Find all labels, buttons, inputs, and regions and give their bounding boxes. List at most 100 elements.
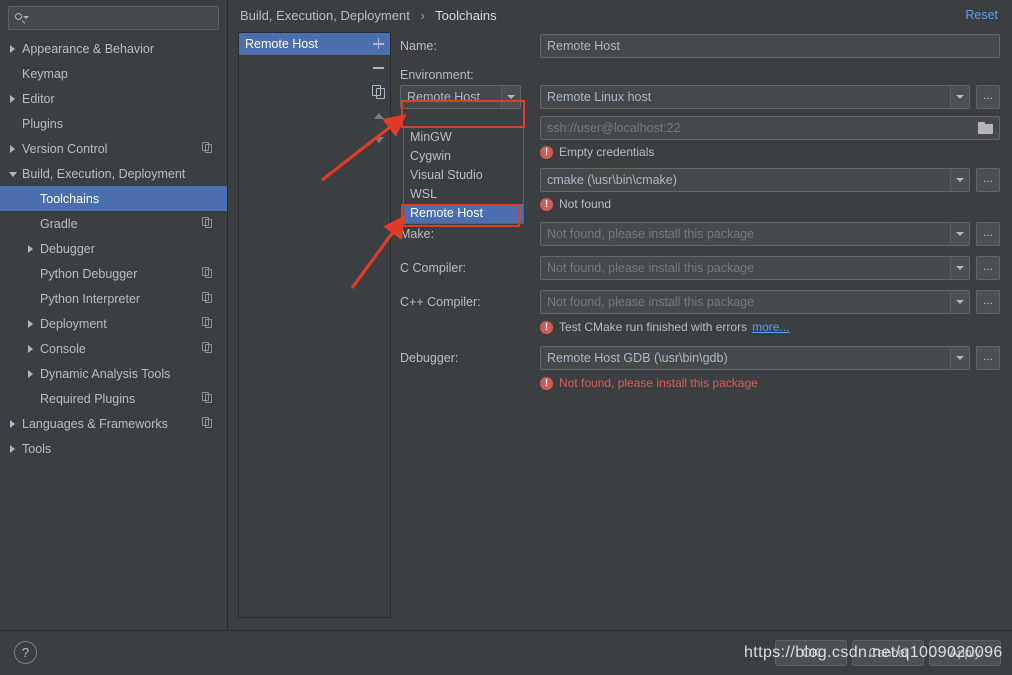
sidebar-item-label: Appearance & Behavior (22, 42, 154, 56)
debugger-browse-button[interactable]: ... (976, 346, 1000, 370)
empty-credentials-error-text: Empty credentials (559, 145, 654, 159)
chevron-right-icon[interactable] (6, 142, 20, 156)
move-down-button[interactable] (368, 128, 390, 152)
debugger-error-text: Not found, please install this package (559, 376, 758, 390)
breadcrumb-root: Build, Execution, Deployment (240, 8, 410, 23)
tree-spacer (6, 67, 20, 81)
tree-spacer (24, 392, 38, 406)
move-up-button[interactable] (368, 104, 390, 128)
make-label: Make: (400, 227, 540, 241)
chevron-down-icon[interactable] (950, 257, 969, 279)
chevron-down-icon[interactable] (950, 347, 969, 369)
chevron-down-icon[interactable] (950, 86, 969, 108)
dropdown-item-cygwin[interactable]: Cygwin (404, 147, 523, 166)
sidebar-item-tools[interactable]: Tools (0, 436, 227, 461)
tree-spacer (24, 192, 38, 206)
chevron-down-icon[interactable] (950, 223, 969, 245)
sidebar-item-python-interpreter[interactable]: Python Interpreter (0, 286, 227, 311)
help-button[interactable]: ? (14, 641, 37, 664)
cmake-combo[interactable]: cmake (\usr\bin\cmake) (540, 168, 970, 192)
sidebar-item-label: Gradle (40, 217, 78, 231)
sidebar-item-required-plugins[interactable]: Required Plugins (0, 386, 227, 411)
sidebar-item-keymap[interactable]: Keymap (0, 61, 227, 86)
breadcrumb: Build, Execution, Deployment › Toolchain… (240, 8, 497, 23)
remove-button[interactable] (368, 56, 390, 80)
make-browse-button[interactable]: ... (976, 222, 1000, 246)
sidebar-item-appearance-behavior[interactable]: Appearance & Behavior (0, 36, 227, 61)
watermark: https://blog.csdn.net/q1009020096 (744, 644, 1003, 662)
cpp-compiler-label: C++ Compiler: (400, 295, 540, 309)
chevron-down-icon[interactable] (6, 167, 20, 181)
sidebar-item-languages-frameworks[interactable]: Languages & Frameworks (0, 411, 227, 436)
sidebar-item-toolchains[interactable]: Toolchains (0, 186, 227, 211)
chevron-right-icon[interactable] (6, 92, 20, 106)
chevron-right-icon[interactable] (6, 417, 20, 431)
dropdown-item-remote-host[interactable]: Remote Host (404, 204, 523, 223)
dropdown-item-wsl[interactable]: WSL (404, 185, 523, 204)
chevron-right-icon[interactable] (24, 317, 38, 331)
copy-button[interactable] (368, 80, 390, 104)
copy-icon (202, 142, 213, 154)
cpp-compiler-combo[interactable]: Not found, please install this package (540, 290, 970, 314)
dropdown-item-mingw[interactable]: MinGW (404, 128, 523, 147)
ssh-url-field[interactable]: ssh://user@localhost:22 (540, 116, 1000, 140)
sidebar-item-label: Editor (22, 92, 55, 106)
copy-icon (202, 342, 213, 354)
sidebar-item-plugins[interactable]: Plugins (0, 111, 227, 136)
error-icon: ! (540, 321, 553, 334)
cpp-compiler-value: Not found, please install this package (547, 295, 950, 309)
make-combo[interactable]: Not found, please install this package (540, 222, 970, 246)
chevron-down-icon[interactable] (950, 291, 969, 313)
sidebar-item-console[interactable]: Console (0, 336, 227, 361)
chevron-right-icon[interactable] (6, 442, 20, 456)
sidebar-item-build-execution-deployment[interactable]: Build, Execution, Deployment (0, 161, 227, 186)
sidebar-item-label: Build, Execution, Deployment (22, 167, 185, 181)
sidebar-item-dynamic-analysis-tools[interactable]: Dynamic Analysis Tools (0, 361, 227, 386)
tree-spacer (24, 267, 38, 281)
folder-icon[interactable] (978, 122, 993, 134)
sidebar-item-label: Debugger (40, 242, 95, 256)
dialog-header: Build, Execution, Deployment › Toolchain… (228, 0, 1012, 30)
sidebar-item-deployment[interactable]: Deployment (0, 311, 227, 336)
cmake-test-more-link[interactable]: more... (752, 320, 789, 334)
c-compiler-value: Not found, please install this package (547, 261, 950, 275)
chevron-right-icon[interactable] (24, 342, 38, 356)
cmake-test-error-text: Test CMake run finished with errors (559, 320, 747, 334)
debugger-combo[interactable]: Remote Host GDB (\usr\bin\gdb) (540, 346, 970, 370)
cmake-browse-button[interactable]: ... (976, 168, 1000, 192)
copy-icon (202, 217, 213, 229)
cmake-not-found-text: Not found (559, 197, 611, 211)
credentials-combo[interactable]: Remote Linux host (540, 85, 970, 109)
dropdown-item-visual-studio[interactable]: Visual Studio (404, 166, 523, 185)
search-field[interactable] (8, 6, 219, 30)
sidebar-item-label: Version Control (22, 142, 107, 156)
add-button[interactable] (368, 32, 390, 56)
tree-spacer (6, 117, 20, 131)
copy-icon (202, 267, 213, 279)
sidebar-item-gradle[interactable]: Gradle (0, 211, 227, 236)
sidebar-item-version-control[interactable]: Version Control (0, 136, 227, 161)
credentials-browse-button[interactable]: ... (976, 85, 1000, 109)
name-input[interactable]: Remote Host (540, 34, 1000, 58)
environment-dropdown[interactable]: MinGWCygwinVisual StudioWSLRemote Host (403, 127, 524, 224)
c-compiler-combo[interactable]: Not found, please install this package (540, 256, 970, 280)
sidebar-item-label: Dynamic Analysis Tools (40, 367, 170, 381)
chevron-down-icon[interactable] (950, 169, 969, 191)
chevron-down-icon[interactable] (501, 86, 520, 108)
chevron-right-icon[interactable] (24, 367, 38, 381)
chevron-right-icon[interactable] (6, 42, 20, 56)
debugger-label: Debugger: (400, 351, 540, 365)
c-compiler-browse-button[interactable]: ... (976, 256, 1000, 280)
tree-spacer (24, 292, 38, 306)
reset-link[interactable]: Reset (965, 8, 998, 22)
environment-combo[interactable]: Remote Host (400, 85, 521, 109)
sidebar-item-debugger[interactable]: Debugger (0, 236, 227, 261)
empty-credentials-error: ! Empty credentials (540, 145, 654, 159)
search-input[interactable] (29, 10, 214, 26)
sidebar-item-python-debugger[interactable]: Python Debugger (0, 261, 227, 286)
sidebar-item-editor[interactable]: Editor (0, 86, 227, 111)
chevron-right-icon[interactable] (24, 242, 38, 256)
name-label: Name: (400, 39, 540, 53)
cpp-compiler-browse-button[interactable]: ... (976, 290, 1000, 314)
sidebar-item-label: Toolchains (40, 192, 99, 206)
